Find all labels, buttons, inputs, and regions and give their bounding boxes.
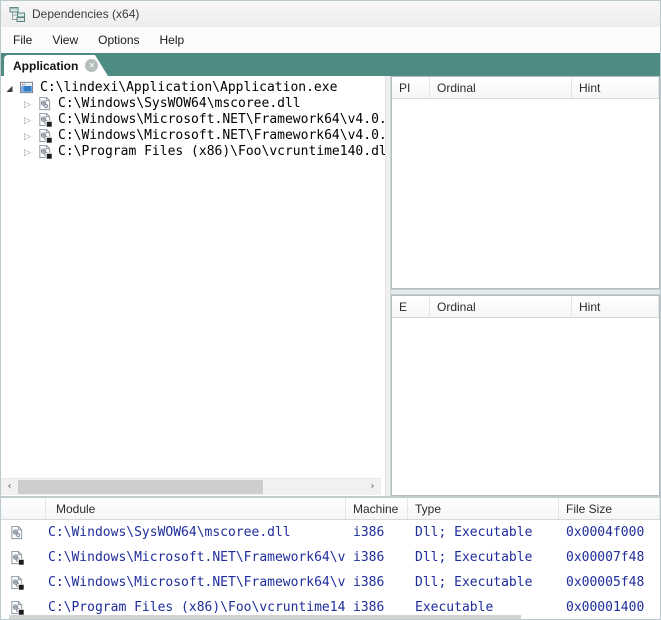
expander-closed-icon[interactable]	[21, 128, 34, 143]
tab-application[interactable]: Application	[4, 55, 108, 76]
column-header-ordinal[interactable]: Ordinal	[430, 77, 572, 98]
exports-panel: E Ordinal Hint	[391, 295, 660, 496]
expander-open-icon[interactable]	[3, 80, 16, 95]
title-bar[interactable]: Dependencies (x64)	[1, 1, 660, 27]
scroll-left-icon[interactable]: ‹	[1, 479, 18, 495]
module-filesize: 0x00001400	[559, 600, 660, 615]
modules-panel: Module Machine Type File Size C:\Windows…	[1, 498, 660, 619]
modules-header: Module Machine Type File Size	[1, 498, 660, 520]
tab-label: Application	[13, 59, 78, 73]
menu-view[interactable]: View	[42, 28, 88, 52]
column-header-module[interactable]: Module	[46, 498, 346, 519]
column-header-icon[interactable]	[1, 498, 46, 519]
dll-module-64-icon	[9, 575, 24, 590]
module-filesize: 0x0004f000	[559, 525, 660, 540]
expander-closed-icon[interactable]	[21, 112, 34, 127]
module-path: C:\Windows\SysWOW64\mscoree.dll	[46, 525, 346, 540]
tab-strip: Application	[1, 53, 660, 76]
tree-item-path: C:\Windows\Microsoft.NET\Framework64\v4.…	[58, 112, 385, 127]
tree-item-path: C:\Windows\Microsoft.NET\Framework64\v4.…	[58, 128, 385, 143]
tree-item-path: C:\Program Files (x86)\Foo\vcruntime140.…	[58, 144, 385, 159]
module-type: Dll; Executable	[408, 550, 559, 565]
module-type: Dll; Executable	[408, 575, 559, 590]
menu-file[interactable]: File	[3, 28, 42, 52]
column-header-type[interactable]: Type	[408, 498, 559, 519]
module-machine: i386	[346, 550, 408, 565]
column-header-ordinal[interactable]: Ordinal	[430, 296, 572, 317]
module-filesize: 0x00007f48	[559, 550, 660, 565]
expander-closed-icon[interactable]	[21, 144, 34, 159]
module-path: C:\Windows\Microsoft.NET\Framework64\v4.	[46, 550, 346, 565]
tree-item-path: C:\Windows\SysWOW64\mscoree.dll	[58, 96, 301, 111]
tree-horizontal-scrollbar[interactable]: ‹ ›	[1, 478, 381, 495]
modules-horizontal-scrollbar[interactable]	[9, 615, 521, 619]
dependency-tree: C:\lindexi\Application\Application.exe C…	[1, 76, 385, 159]
tree-item[interactable]: C:\Program Files (x86)\Foo\vcruntime140.…	[1, 143, 385, 159]
module-type: Executable	[408, 600, 559, 615]
tree-item-path: C:\lindexi\Application\Application.exe	[40, 80, 337, 95]
module-row[interactable]: C:\Windows\Microsoft.NET\Framework64\v4.…	[1, 545, 660, 570]
column-header-filesize[interactable]: File Size	[559, 498, 660, 519]
column-header-pi[interactable]: PI	[392, 77, 430, 98]
dll-module-icon	[9, 525, 24, 540]
scrollbar-thumb[interactable]	[18, 480, 263, 494]
dll-module-64-icon	[9, 600, 24, 615]
module-machine: i386	[346, 600, 408, 615]
module-type: Dll; Executable	[408, 525, 559, 540]
module-machine: i386	[346, 525, 408, 540]
app-logo-icon	[9, 6, 25, 22]
dependency-tree-panel: C:\lindexi\Application\Application.exe C…	[1, 76, 385, 496]
dll-module-64-icon	[37, 112, 52, 127]
tree-item[interactable]: C:\Windows\Microsoft.NET\Framework64\v4.…	[1, 111, 385, 127]
column-header-hint[interactable]: Hint	[572, 296, 659, 317]
module-machine: i386	[346, 575, 408, 590]
dll-module-64-icon	[37, 128, 52, 143]
module-path: C:\Windows\Microsoft.NET\Framework64\v4.	[46, 575, 346, 590]
column-header-hint[interactable]: Hint	[572, 77, 659, 98]
imports-header: PI Ordinal Hint	[392, 77, 659, 99]
expander-closed-icon[interactable]	[21, 96, 34, 111]
menu-help[interactable]: Help	[150, 28, 195, 52]
tab-close-icon[interactable]	[85, 59, 98, 72]
tree-item[interactable]: C:\Windows\SysWOW64\mscoree.dll	[1, 95, 385, 111]
dll-module-64-icon	[37, 144, 52, 159]
menu-options[interactable]: Options	[88, 28, 149, 52]
tree-item[interactable]: C:\lindexi\Application\Application.exe	[1, 79, 385, 95]
app-window: Dependencies (x64) File View Options Hel…	[0, 0, 661, 620]
module-row[interactable]: C:\Windows\Microsoft.NET\Framework64\v4.…	[1, 570, 660, 595]
window-title: Dependencies (x64)	[32, 7, 139, 21]
imports-panel: PI Ordinal Hint	[391, 76, 660, 289]
exports-header: E Ordinal Hint	[392, 296, 659, 318]
tree-item[interactable]: C:\Windows\Microsoft.NET\Framework64\v4.…	[1, 127, 385, 143]
module-row[interactable]: C:\Windows\SysWOW64\mscoree.dll i386 Dll…	[1, 520, 660, 545]
column-header-e[interactable]: E	[392, 296, 430, 317]
dll-module-64-icon	[9, 550, 24, 565]
column-header-machine[interactable]: Machine	[346, 498, 408, 519]
scroll-right-icon[interactable]: ›	[364, 479, 381, 495]
dll-module-icon	[37, 96, 52, 111]
module-path: C:\Program Files (x86)\Foo\vcruntime140.	[46, 600, 346, 615]
module-filesize: 0x00005f48	[559, 575, 660, 590]
app-window-icon	[19, 80, 34, 95]
menu-bar: File View Options Help	[1, 27, 660, 53]
